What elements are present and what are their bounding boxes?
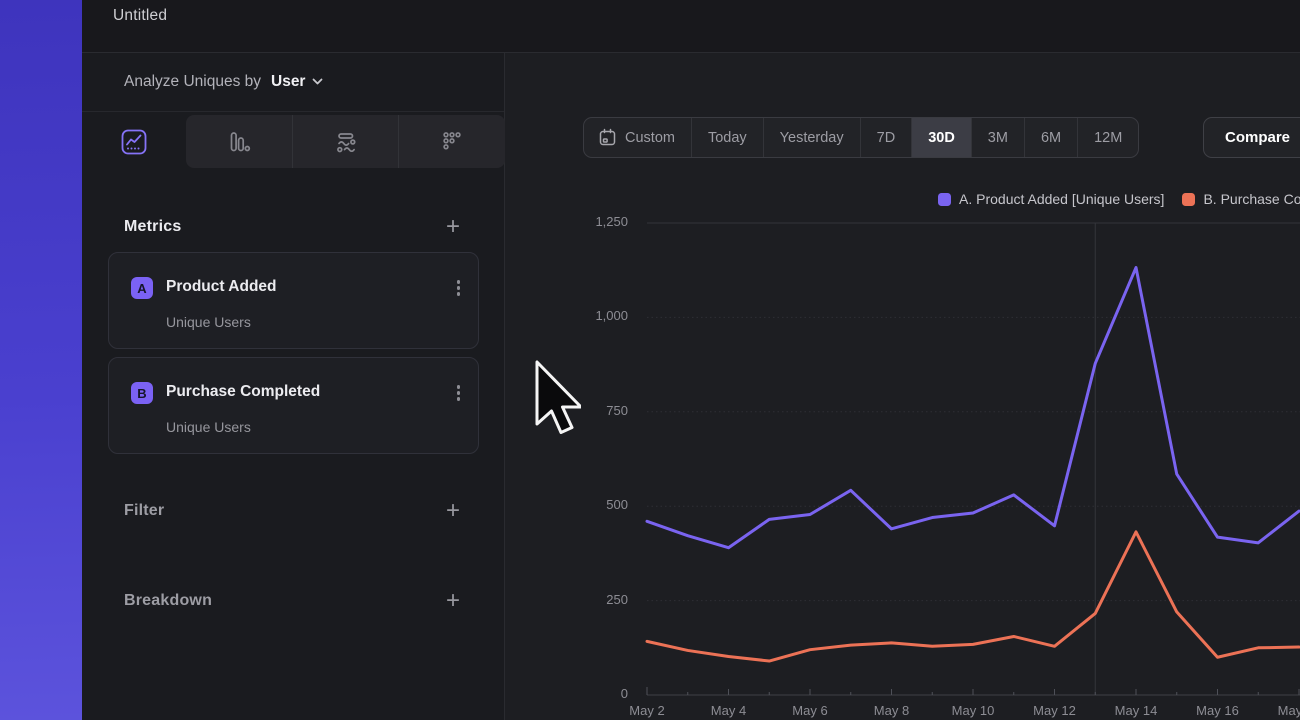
report-title[interactable]: Untitled — [113, 7, 167, 24]
date-range-group: Custom Today Yesterday 7D 30D 3M 6M 12M — [583, 117, 1139, 158]
legend-swatch — [938, 193, 951, 206]
tab-line-chart[interactable] — [82, 115, 186, 168]
metric-measurement: Unique Users — [166, 314, 251, 330]
range-label: 7D — [877, 130, 896, 146]
tab-group — [186, 115, 505, 168]
y-axis-label: 750 — [538, 403, 628, 418]
uniques-by-value: User — [271, 73, 305, 91]
y-axis-label: 500 — [538, 497, 628, 512]
y-axis-label: 0 — [538, 686, 628, 701]
legend-item[interactable]: A. Product Added [Unique Users] — [938, 191, 1164, 207]
y-axis-label: 1,000 — [538, 308, 628, 323]
metric-badge: A — [131, 277, 153, 299]
add-filter-button[interactable]: + — [446, 499, 460, 523]
range-label: 30D — [928, 130, 955, 146]
metric-name: Product Added — [166, 278, 277, 296]
retention-grid-icon — [440, 130, 464, 154]
range-6m[interactable]: 6M — [1024, 118, 1077, 157]
range-label: Today — [708, 130, 747, 146]
range-3m[interactable]: 3M — [971, 118, 1024, 157]
legend-item[interactable]: B. Purchase Completed [Unique Users] — [1182, 191, 1300, 207]
filter-section-header: Filter + — [124, 491, 460, 531]
chart-legend: A. Product Added [Unique Users] B. Purcha… — [938, 188, 1300, 210]
legend-label: B. Purchase Completed [Unique Users] — [1203, 191, 1300, 207]
chart-panel: Custom Today Yesterday 7D 30D 3M 6M 12M Compare… — [505, 53, 1300, 720]
metric-options-button[interactable] — [457, 280, 461, 296]
chevron-down-icon — [312, 78, 323, 86]
y-axis-label: 250 — [538, 592, 628, 607]
analysis-header: Analyze Uniques by User — [82, 53, 504, 112]
x-axis-label: May 10 — [941, 703, 1005, 718]
metrics-title: Metrics — [124, 218, 181, 236]
metrics-section-header: Metrics + — [124, 207, 460, 247]
range-yesterday[interactable]: Yesterday — [763, 118, 860, 157]
bar-chart-icon — [227, 130, 251, 154]
legend-label: A. Product Added [Unique Users] — [959, 191, 1164, 207]
line-chart-icon — [121, 129, 147, 155]
x-axis-label: May 6 — [778, 703, 842, 718]
x-axis-label: May 4 — [697, 703, 761, 718]
filter-title: Filter — [124, 502, 164, 520]
analyze-by-label: Analyze Uniques by — [124, 73, 261, 91]
range-12m[interactable]: 12M — [1077, 118, 1138, 157]
metric-name: Purchase Completed — [166, 383, 320, 401]
metric-options-button[interactable] — [457, 385, 461, 401]
range-label: Custom — [625, 130, 675, 146]
compare-button[interactable]: Compare — [1203, 117, 1300, 158]
desktop-wallpaper — [0, 0, 82, 720]
calendar-icon — [598, 128, 617, 147]
uniques-by-dropdown[interactable]: User — [271, 73, 323, 91]
x-axis-label: May 16 — [1186, 703, 1250, 718]
sidebar: Analyze Uniques by User — [82, 53, 505, 720]
add-breakdown-button[interactable]: + — [446, 589, 460, 613]
metric-card[interactable]: A Product Added Unique Users — [108, 252, 479, 349]
add-metric-button[interactable]: + — [446, 215, 460, 239]
x-axis-label: May 18 — [1267, 703, 1300, 718]
x-axis-label: May 14 — [1104, 703, 1168, 718]
x-axis-label: May 8 — [860, 703, 924, 718]
range-label: 6M — [1041, 130, 1061, 146]
range-7d[interactable]: 7D — [860, 118, 912, 157]
range-label: 3M — [988, 130, 1008, 146]
series-b-line — [647, 532, 1299, 661]
top-bar: Untitled — [82, 0, 1300, 53]
range-today[interactable]: Today — [691, 118, 763, 157]
metric-badge: B — [131, 382, 153, 404]
breakdown-section-header: Breakdown + — [124, 581, 460, 621]
x-axis-label: May 12 — [1023, 703, 1087, 718]
tab-bar-chart[interactable] — [186, 115, 292, 168]
legend-swatch — [1182, 193, 1195, 206]
range-30d[interactable]: 30D — [911, 118, 971, 157]
metric-card[interactable]: B Purchase Completed Unique Users — [108, 357, 479, 454]
flows-icon — [334, 130, 358, 154]
y-axis-label: 1,250 — [538, 214, 628, 229]
x-axis-label: May 2 — [615, 703, 679, 718]
range-label: Yesterday — [780, 130, 844, 146]
tab-flows[interactable] — [292, 115, 399, 168]
line-chart — [630, 210, 1300, 720]
chart-type-tabs — [82, 115, 505, 168]
range-label: 12M — [1094, 130, 1122, 146]
metric-measurement: Unique Users — [166, 419, 251, 435]
range-custom[interactable]: Custom — [584, 118, 691, 157]
breakdown-title: Breakdown — [124, 592, 212, 610]
tab-retention[interactable] — [398, 115, 505, 168]
